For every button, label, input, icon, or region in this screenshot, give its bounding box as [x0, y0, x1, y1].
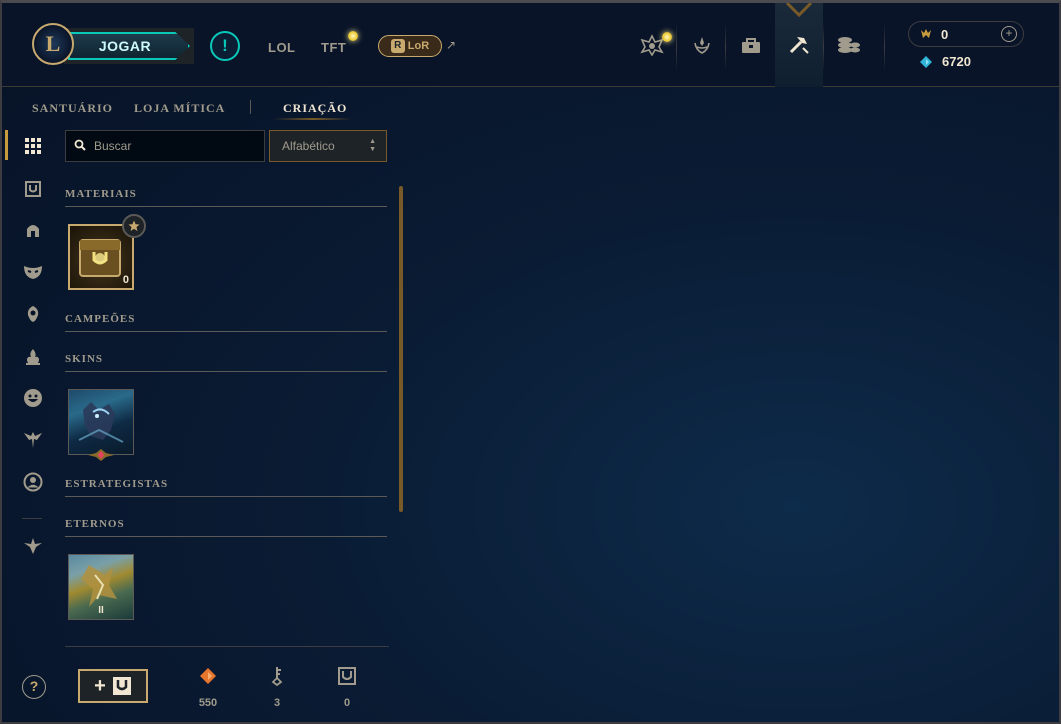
- skin-rarity-gem-icon: [88, 449, 114, 461]
- nav-separator: [725, 23, 726, 71]
- skin-art-icon: [78, 402, 124, 443]
- nav-separator: [823, 23, 824, 71]
- ward-icon[interactable]: [22, 303, 44, 325]
- section-skins: SKINS: [65, 353, 387, 372]
- orange-essence-value: 550: [198, 697, 218, 709]
- riot-points-icon: [921, 29, 931, 38]
- top-navigation: JOGAR L ! LOL TFT R LoR ↗ 0 + 6720: [2, 3, 1059, 87]
- search-input[interactable]: [65, 130, 265, 162]
- league-logo-icon[interactable]: L: [32, 23, 74, 65]
- list-scrollbar[interactable]: [399, 186, 403, 512]
- search-icon: [74, 139, 86, 151]
- nav-separator: [676, 23, 677, 71]
- chests-value: 0: [343, 697, 351, 709]
- chest-icon[interactable]: [22, 178, 44, 200]
- chest-icon: [338, 667, 356, 685]
- helmet-icon[interactable]: [22, 219, 44, 241]
- sort-selected-value: Alfabético: [282, 139, 335, 153]
- add-riot-points-button[interactable]: +: [1001, 26, 1017, 42]
- section-tacticians: ESTRATEGISTAS: [65, 478, 387, 497]
- section-eternals: ETERNOS: [65, 518, 387, 537]
- chest-count: 0: [122, 274, 129, 286]
- subnav-separator: [250, 100, 251, 114]
- tab-crafting[interactable]: CRIAÇÃO: [283, 101, 347, 116]
- keys-stat: 3: [257, 665, 297, 709]
- store-bag-icon[interactable]: [737, 31, 765, 59]
- chevron-updown-icon: ▲ ▼: [369, 138, 376, 153]
- loot-item-skin-shard[interactable]: [68, 389, 134, 455]
- rail-separator: [22, 518, 42, 519]
- lor-button[interactable]: R LoR: [378, 35, 442, 57]
- list-divider: [65, 646, 389, 647]
- tab-mythic-shop[interactable]: LOJA MÍTICA: [134, 101, 225, 116]
- play-button-label: JOGAR: [68, 32, 190, 60]
- active-tab-chevron-icon: [785, 3, 813, 18]
- key-icon: [271, 667, 283, 686]
- help-button[interactable]: ?: [22, 675, 46, 699]
- eternal-icon[interactable]: [22, 535, 44, 557]
- chest-icon: [112, 677, 131, 695]
- lor-badge-icon: R: [390, 39, 405, 53]
- section-materials: MATERIAIS: [65, 188, 387, 207]
- loot-crafting-icon[interactable]: [785, 31, 813, 59]
- tft-icon[interactable]: [22, 429, 44, 451]
- active-tab-underline: [274, 118, 352, 120]
- profile-icon[interactable]: [22, 471, 44, 493]
- keys-value: 3: [273, 697, 281, 709]
- mask-icon[interactable]: [22, 261, 44, 283]
- tft-notification-dot: [348, 31, 358, 41]
- client-window: JOGAR L ! LOL TFT R LoR ↗ 0 + 6720 SANTU…: [0, 0, 1061, 724]
- honor-icon[interactable]: [688, 31, 716, 59]
- orange-essence-icon: [200, 668, 216, 684]
- grid-icon[interactable]: [22, 135, 44, 157]
- emote-flame-icon[interactable]: [22, 346, 44, 368]
- section-champions: CAMPEÕES: [65, 313, 387, 332]
- emote-icon[interactable]: [22, 387, 44, 409]
- champions-notification-dot: [662, 32, 672, 42]
- riot-points-value: 0: [941, 27, 949, 42]
- alert-button[interactable]: !: [210, 31, 240, 61]
- open-chest-button[interactable]: +: [78, 669, 148, 703]
- nav-link-lol[interactable]: LOL: [268, 40, 296, 55]
- coins-icon[interactable]: [835, 31, 863, 59]
- tab-sanctuary[interactable]: SANTUÁRIO: [32, 101, 113, 116]
- rail-active-indicator: [5, 130, 8, 160]
- blue-essence-value: 6720: [942, 54, 971, 69]
- blue-essence-icon: [920, 56, 932, 68]
- nav-separator: [884, 23, 885, 71]
- chests-stat: 0: [327, 665, 367, 709]
- sort-dropdown[interactable]: Alfabético ▲ ▼: [269, 130, 387, 162]
- lor-label: LoR: [407, 40, 430, 52]
- loot-item-eternal[interactable]: II: [68, 554, 134, 620]
- play-button[interactable]: JOGAR: [64, 28, 194, 64]
- eternal-series-label: II: [98, 605, 104, 616]
- open-chest-plus: +: [94, 674, 106, 697]
- star-badge-icon: [122, 214, 146, 238]
- external-link-icon: ↗: [446, 38, 457, 52]
- orange-essence-stat: 550: [188, 665, 228, 709]
- nav-link-tft[interactable]: TFT: [321, 40, 346, 55]
